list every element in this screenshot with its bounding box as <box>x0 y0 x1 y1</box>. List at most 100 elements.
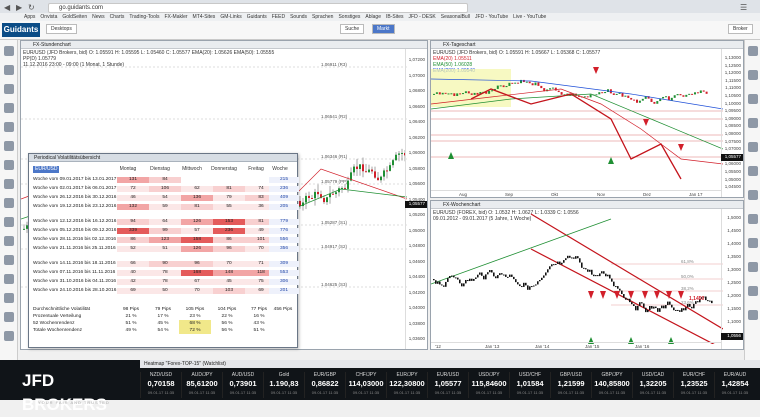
watchlist-item[interactable]: USD/JPY 115,84600 09.01.17 11:35 <box>468 372 509 398</box>
market-button[interactable]: Markt <box>372 24 395 34</box>
bookmark-item[interactable]: GM-Links <box>220 13 241 21</box>
sidebar-tool-icon[interactable] <box>4 312 14 322</box>
watchlist-item[interactable]: EUR/USD 1,05577 09.01.17 11:35 <box>427 372 468 398</box>
right-tool-icon[interactable] <box>748 70 758 80</box>
y-tick-label: 1,05600 <box>408 181 425 186</box>
sidebar-tool-icon[interactable] <box>4 255 14 265</box>
bookmark-item[interactable]: JFD - DESK <box>409 13 436 21</box>
summary-label: Totale Wochenrendenz <box>33 328 82 333</box>
right-tool-icon[interactable] <box>748 190 758 200</box>
sell-arrow-icon <box>643 119 649 126</box>
summary-row: 52 Wochenrendenz 51 % 45 % 68 % 56 % 43 % <box>33 320 293 327</box>
summary-cell: 21 % <box>125 314 137 319</box>
search-button[interactable]: Suche <box>340 24 365 34</box>
watchlist-item[interactable]: GBP/JPY 140,85800 09.01.17 11:35 <box>591 372 632 398</box>
bookmark-item[interactable]: Apps <box>24 13 35 21</box>
summary-cell: 51 % <box>125 321 137 326</box>
sidebar-tool-icon[interactable] <box>4 141 14 151</box>
y-tick-label: 1,04800 <box>408 243 425 248</box>
x-tick-label: Jan '16 <box>635 344 650 349</box>
watchlist-item[interactable]: USD/CHF 1,01584 09.01.17 11:35 <box>509 372 550 398</box>
watchlist-item[interactable]: AUD/USD 0,73901 09.01.17 11:35 <box>222 372 263 398</box>
app-toolbar: Guidants Desktops Suche Markt Broker <box>0 21 760 40</box>
volatility-table-panel[interactable]: Periodical Volatilitätsübersicht EUR/USD… <box>28 153 299 348</box>
watchlist-item[interactable]: EUR/AUD 1,42854 09.01.17 11:35 <box>714 372 755 398</box>
sidebar-tool-icon[interactable] <box>4 331 14 341</box>
right-tool-icon[interactable] <box>748 286 758 296</box>
bookmark-item[interactable]: FEED <box>272 13 285 21</box>
candle <box>561 262 563 265</box>
candle <box>589 94 592 98</box>
broker-button[interactable]: Broker <box>728 24 753 34</box>
symbol-select[interactable]: EUR/USD <box>33 166 59 173</box>
watchlist-item[interactable]: EUR/GBP 0,86822 09.01.17 11:35 <box>304 372 345 398</box>
bookmark-item[interactable]: Sprachen <box>312 13 333 21</box>
watchlist-item[interactable]: CHF/JPY 114,03000 09.01.17 11:35 <box>345 372 386 398</box>
bookmark-item[interactable]: News <box>92 13 105 21</box>
address-bar[interactable]: go.guidants.com <box>48 3 468 13</box>
sidebar-tool-icon[interactable] <box>4 65 14 75</box>
watchlist-item[interactable]: Gold 1.190,83 09.01.17 11:35 <box>263 372 304 398</box>
sidebar-tool-icon[interactable] <box>4 122 14 132</box>
bookmark-item[interactable]: FX-Makler <box>164 13 187 21</box>
bookmarks-bar: Apps Onvista GoldSeiten News Charts Trading-T… <box>0 13 760 21</box>
right-sidebar <box>744 40 760 360</box>
sidebar-tool-icon[interactable] <box>4 103 14 113</box>
bookmark-item[interactable]: IB-Sites <box>386 13 404 21</box>
watchlist-item[interactable]: EUR/JPY 122,30800 09.01.17 11:35 <box>386 372 427 398</box>
bookmark-item[interactable]: Live - YouTube <box>513 13 546 21</box>
bookmark-item[interactable]: SeasonalBull <box>441 13 470 21</box>
daily-price-chart[interactable] <box>431 49 723 192</box>
bookmark-item[interactable]: Ablage <box>365 13 381 21</box>
bookmark-item[interactable]: JFD - YouTube <box>475 13 508 21</box>
right-tool-icon[interactable] <box>748 310 758 320</box>
bookmark-item[interactable]: Sounds <box>290 13 307 21</box>
desktops-button[interactable]: Desktops <box>46 24 77 34</box>
right-tool-icon[interactable] <box>748 214 758 224</box>
y-tick-label: 1,06200 <box>408 134 425 140</box>
right-tool-icon[interactable] <box>748 166 758 176</box>
sidebar-tool-icon[interactable] <box>4 46 14 56</box>
watchlist-item[interactable]: EUR/CHF 1,23525 09.01.17 11:35 <box>673 372 714 398</box>
menu-icon[interactable]: ☰ <box>740 3 747 12</box>
candle <box>659 308 661 312</box>
weekly-price-chart[interactable]: 61,8%50,0%38,2%23,6% <box>431 209 723 344</box>
sidebar-tool-icon[interactable] <box>4 274 14 284</box>
right-tool-icon[interactable] <box>748 94 758 104</box>
bookmark-item[interactable]: Guidants <box>247 13 267 21</box>
bookmark-item[interactable]: Sonstiges <box>338 13 360 21</box>
back-icon[interactable]: ◀ <box>4 3 10 12</box>
volatility-cell: 51 <box>149 246 181 252</box>
table-row: Woche vom 09.01.2017 bis 13.01.2017 131 84… <box>33 176 299 184</box>
candle <box>581 262 583 268</box>
watchlist-item[interactable]: AUD/JPY 85,61200 09.01.17 11:35 <box>181 372 222 398</box>
daily-chart-panel[interactable]: FX-Tageschart EUR/USD (JFD Brokers, bid)… <box>430 40 744 198</box>
bookmark-item[interactable]: MT4-Sites <box>193 13 216 21</box>
candle <box>517 82 520 84</box>
bookmark-item[interactable]: Trading-Tools <box>129 13 159 21</box>
sidebar-tool-icon[interactable] <box>4 84 14 94</box>
watchlist-item[interactable]: NZD/USD 0,70158 09.01.17 11:35 <box>140 372 181 398</box>
right-tool-icon[interactable] <box>748 118 758 128</box>
sidebar-tool-icon[interactable] <box>4 236 14 246</box>
bookmark-item[interactable]: GoldSeiten <box>62 13 87 21</box>
forward-icon[interactable]: ▶ <box>16 3 22 12</box>
right-tool-icon[interactable] <box>748 262 758 272</box>
candle <box>603 271 605 274</box>
weekly-chart-panel[interactable]: FX-Wochenchart EUR/USD (FOREX, bid) O: 1… <box>430 200 744 350</box>
sidebar-tool-icon[interactable] <box>4 179 14 189</box>
reload-icon[interactable]: ↻ <box>28 3 35 12</box>
sidebar-tool-icon[interactable] <box>4 217 14 227</box>
watchlist-item[interactable]: USD/CAD 1,32205 09.01.17 11:35 <box>632 372 673 398</box>
sidebar-tool-icon[interactable] <box>4 160 14 170</box>
right-tool-icon[interactable] <box>748 142 758 152</box>
candle <box>604 91 607 94</box>
sidebar-tool-icon[interactable] <box>4 198 14 208</box>
watchlist-item[interactable]: GBP/USD 1,21599 09.01.17 11:35 <box>550 372 591 398</box>
candle <box>464 91 467 94</box>
right-tool-icon[interactable] <box>748 238 758 248</box>
right-tool-icon[interactable] <box>748 46 758 56</box>
bookmark-item[interactable]: Onvista <box>40 13 57 21</box>
sidebar-tool-icon[interactable] <box>4 293 14 303</box>
bookmark-item[interactable]: Charts <box>110 13 125 21</box>
